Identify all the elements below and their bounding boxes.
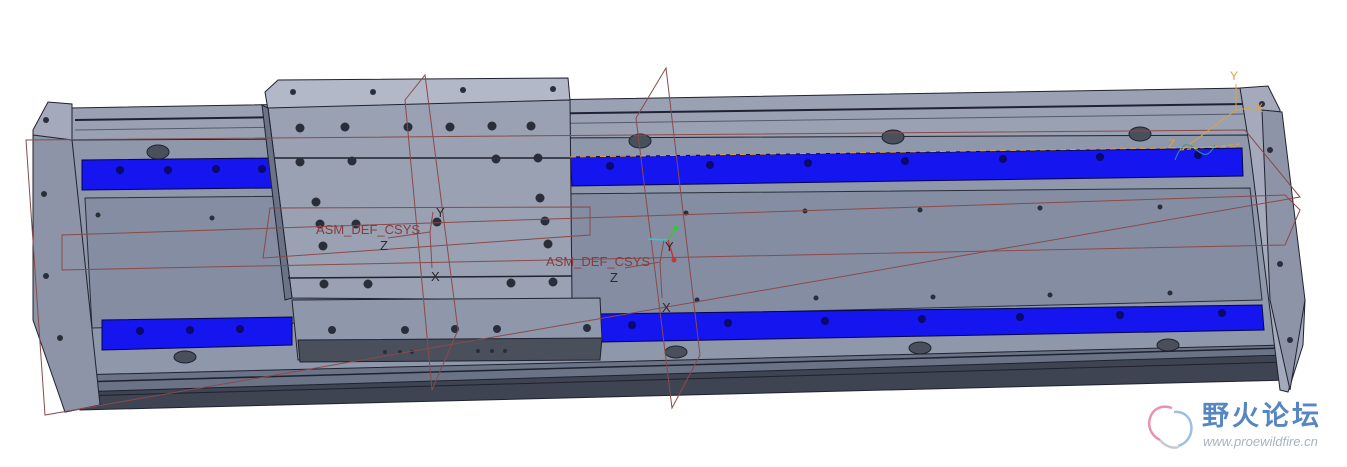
watermark-chinese: 野火论坛 [1202, 401, 1322, 432]
rail-back-left [81, 157, 273, 191]
axis-y-label-carriage: Y [436, 205, 445, 220]
axis-y-label-small: Y [1230, 69, 1238, 83]
axis-x-label-small: X [1255, 101, 1263, 115]
watermark-url: www.proewildfire.cn [1203, 434, 1318, 449]
axis-x-label-carriage: X [431, 269, 440, 284]
axis-x-label-center: X [662, 300, 671, 315]
model-canvas[interactable]: ASM_DEF_CSYS ASM_DEF_CSYS Z Y X Z Y X Y … [0, 0, 1347, 462]
csys-label-carriage: ASM_DEF_CSYS [316, 222, 420, 237]
csys-label-center: ASM_DEF_CSYS [546, 254, 650, 269]
cad-viewport[interactable]: ASM_DEF_CSYS ASM_DEF_CSYS Z Y X Z Y X Y … [0, 0, 1347, 462]
axis-y-label-center: Y [665, 239, 674, 254]
watermark-logo: 野火论坛 www.proewildfire.cn [1135, 395, 1345, 457]
axis-z-label-small: Z [1168, 137, 1175, 151]
axis-z-label-carriage: Z [380, 238, 388, 253]
carriage-front-face [297, 337, 603, 363]
axis-z-label-center: Z [610, 270, 618, 285]
rail-front-left [101, 316, 293, 351]
